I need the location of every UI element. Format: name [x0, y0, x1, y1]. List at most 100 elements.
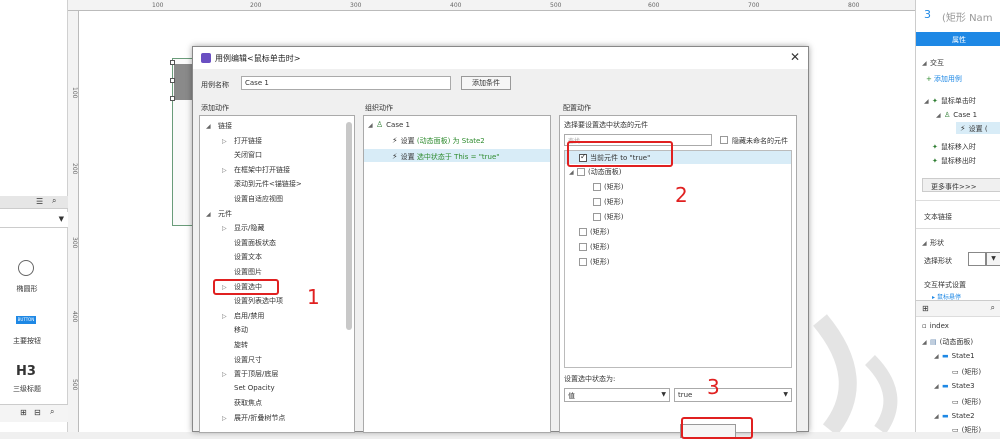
add-icon[interactable]: ⊞ — [20, 408, 27, 417]
section-config-action: 配置动作 — [563, 104, 591, 112]
action-tree-item[interactable]: 设置文本 — [222, 252, 262, 262]
value-select[interactable]: 值 ▼ — [564, 388, 670, 402]
h3-widget[interactable]: H3 — [16, 364, 36, 379]
interaction-section[interactable]: ◢ 交互 — [922, 58, 944, 68]
actions-tree-pane[interactable]: ◢ 链接 ▷ 打开链接关闭窗口 ▷ 在框架中打开链接滚动到元件<锚链接> 设置自适应视图 ◢ 元… — [199, 115, 355, 433]
checkbox[interactable] — [593, 213, 601, 221]
menu-icon[interactable]: ☰ — [36, 197, 43, 206]
selection-handle[interactable] — [170, 60, 175, 65]
expand-arrow-icon[interactable]: ▷ — [222, 138, 230, 145]
close-icon[interactable]: ✕ — [790, 50, 800, 64]
checkbox[interactable] — [593, 183, 601, 191]
expand-arrow-icon[interactable]: ▷ — [222, 225, 230, 232]
action-tree-item[interactable]: 设置尺寸 — [222, 355, 262, 365]
ruler-tick: 100 — [71, 87, 78, 99]
action-tree-item[interactable]: ▷ 启用/禁用 — [222, 311, 264, 321]
inspector-title[interactable]: (矩形 Nam — [942, 9, 992, 24]
action-tree-item[interactable]: ▷ 在框架中打开链接 — [222, 165, 290, 175]
search-icon[interactable]: ⌕ — [991, 303, 995, 313]
action-tree-item[interactable]: 设置图片 — [222, 267, 262, 277]
checkbox[interactable] — [579, 228, 587, 236]
rect-node[interactable]: (矩形) — [593, 197, 623, 207]
case-name-input[interactable]: Case 1 — [241, 76, 451, 90]
action-node[interactable]: ⚡ 设置 (动态面板) 为 State2 — [392, 136, 485, 146]
action-tree-label: 打开链接 — [234, 136, 262, 145]
outline-node[interactable]: ◢ ▬ State2 — [934, 412, 975, 420]
event-node[interactable]: ◢ ✦ 鼠标单击时 — [924, 96, 976, 106]
expand-arrow-icon[interactable]: ◢ — [206, 211, 214, 218]
shape-picker-dropdown[interactable]: ▼ — [986, 252, 1000, 266]
value-input-select[interactable]: true ▼ — [674, 388, 792, 402]
action-tree-item[interactable]: ▷ 展开/折叠树节点 — [222, 413, 285, 423]
expand-arrow-icon[interactable]: ▷ — [222, 415, 230, 422]
shape-section[interactable]: ◢ 形状 — [922, 238, 944, 248]
outline-node[interactable]: ▫ index — [922, 322, 949, 330]
action-tree-item[interactable]: 关闭窗口 — [222, 150, 262, 160]
expand-arrow-icon[interactable]: ▷ — [222, 313, 230, 320]
expand-arrow-icon[interactable]: ▷ — [222, 371, 230, 378]
rect-node[interactable]: (矩形) — [579, 257, 609, 267]
scrollbar[interactable] — [346, 122, 352, 330]
action-tree-item[interactable]: 设置列表选中项 — [222, 296, 283, 306]
add-case-link[interactable]: + 添加用例 — [926, 74, 962, 84]
action-tree-item[interactable]: 移动 — [222, 325, 248, 335]
case-node[interactable]: ◢ ♙ Case 1 — [936, 111, 977, 119]
selection-handle[interactable] — [170, 78, 175, 83]
organize-pane[interactable]: ◢ ♙ Case 1 ⚡ 设置 (动态面板) 为 State2 ⚡ 设置 选中状态于 T… — [363, 115, 551, 433]
action-tree-item[interactable]: ◢ 链接 — [206, 121, 232, 131]
action-tree-item[interactable]: ▷ 显示/隐藏 — [222, 223, 264, 233]
action-tree-item[interactable]: 滚动到元件<锚链接> — [222, 179, 302, 189]
canvas-rectangle[interactable] — [174, 64, 194, 100]
rect-node[interactable]: (矩形) — [593, 182, 623, 192]
action-tree-item[interactable]: ▷ 置于顶层/底层 — [222, 369, 278, 379]
checkbox[interactable] — [577, 168, 585, 176]
search-icon[interactable]: ⌕ — [52, 196, 56, 206]
checkbox[interactable] — [579, 243, 587, 251]
tab-properties[interactable]: 属性 — [916, 32, 1000, 46]
divider — [916, 228, 1000, 229]
outline-node[interactable]: ▭ (矩形) — [952, 425, 981, 435]
shape-picker[interactable] — [968, 252, 986, 266]
outline-node[interactable]: ◢ ▬ State1 — [934, 352, 975, 360]
add-condition-button[interactable]: 添加条件 — [461, 76, 511, 90]
action-tree-item[interactable]: 旋转 — [222, 340, 248, 350]
text-link-label[interactable]: 文本链接 — [924, 212, 952, 222]
checkbox[interactable] — [579, 258, 587, 266]
remove-icon[interactable]: ⊟ — [34, 408, 41, 417]
outline-node[interactable]: ◢ ▤ (动态面板) — [922, 337, 973, 347]
outline-node[interactable]: ▭ (矩形) — [952, 367, 981, 377]
event-node[interactable]: ✦ 鼠标移出时 — [932, 156, 976, 166]
rect-node[interactable]: (矩形) — [593, 212, 623, 222]
rect-node[interactable]: (矩形) — [579, 242, 609, 252]
outline-node[interactable]: ◢ ▬ State3 — [934, 382, 975, 390]
expand-arrow-icon[interactable]: ◢ — [206, 123, 214, 130]
dynamic-panel-node[interactable]: ◢ (动态面板) — [569, 167, 621, 177]
action-tree-item[interactable]: 设置自适应视图 — [222, 194, 283, 204]
event-node[interactable]: ✦ 鼠标移入时 — [932, 142, 976, 152]
expand-arrow-icon[interactable]: ▷ — [222, 167, 230, 174]
checkbox[interactable] — [593, 198, 601, 206]
action-node[interactable]: ⚡ 设置 ( — [960, 124, 988, 134]
action-tree-item[interactable]: ◢ 元件 — [206, 209, 232, 219]
action-tree-item[interactable]: ▷ 打开链接 — [222, 136, 262, 146]
library-select[interactable]: ▼ — [0, 212, 68, 228]
vertical-ruler: 100 200 300 400 500 — [68, 11, 79, 432]
action-node[interactable]: ⚡ 设置 选中状态于 This = "true" — [392, 152, 500, 162]
outline-node[interactable]: ▭ (矩形) — [952, 397, 981, 407]
action-tree-item[interactable]: 设置面板状态 — [222, 238, 276, 248]
ruler-tick: 100 — [152, 2, 164, 9]
action-tree-label: 启用/禁用 — [234, 311, 265, 320]
case-node[interactable]: ◢ ♙ Case 1 — [368, 120, 410, 129]
rect-node[interactable]: (矩形) — [579, 227, 609, 237]
hide-unnamed-checkbox[interactable] — [720, 136, 728, 144]
action-tree-item[interactable]: 获取焦点 — [222, 398, 262, 408]
primary-button-widget[interactable]: BUTTON — [16, 316, 36, 324]
search-icon[interactable]: ⌕ — [50, 407, 54, 417]
action-tree-item[interactable]: Set Opacity — [222, 384, 275, 392]
ruler-tick: 600 — [648, 2, 660, 9]
add-page-icon[interactable]: ⊞ — [922, 304, 929, 313]
ellipse-widget[interactable] — [18, 260, 34, 276]
more-events-button[interactable]: 更多事件>>> — [922, 178, 1000, 192]
case-name-label: 用例名称 — [201, 81, 229, 89]
selection-handle[interactable] — [170, 96, 175, 101]
